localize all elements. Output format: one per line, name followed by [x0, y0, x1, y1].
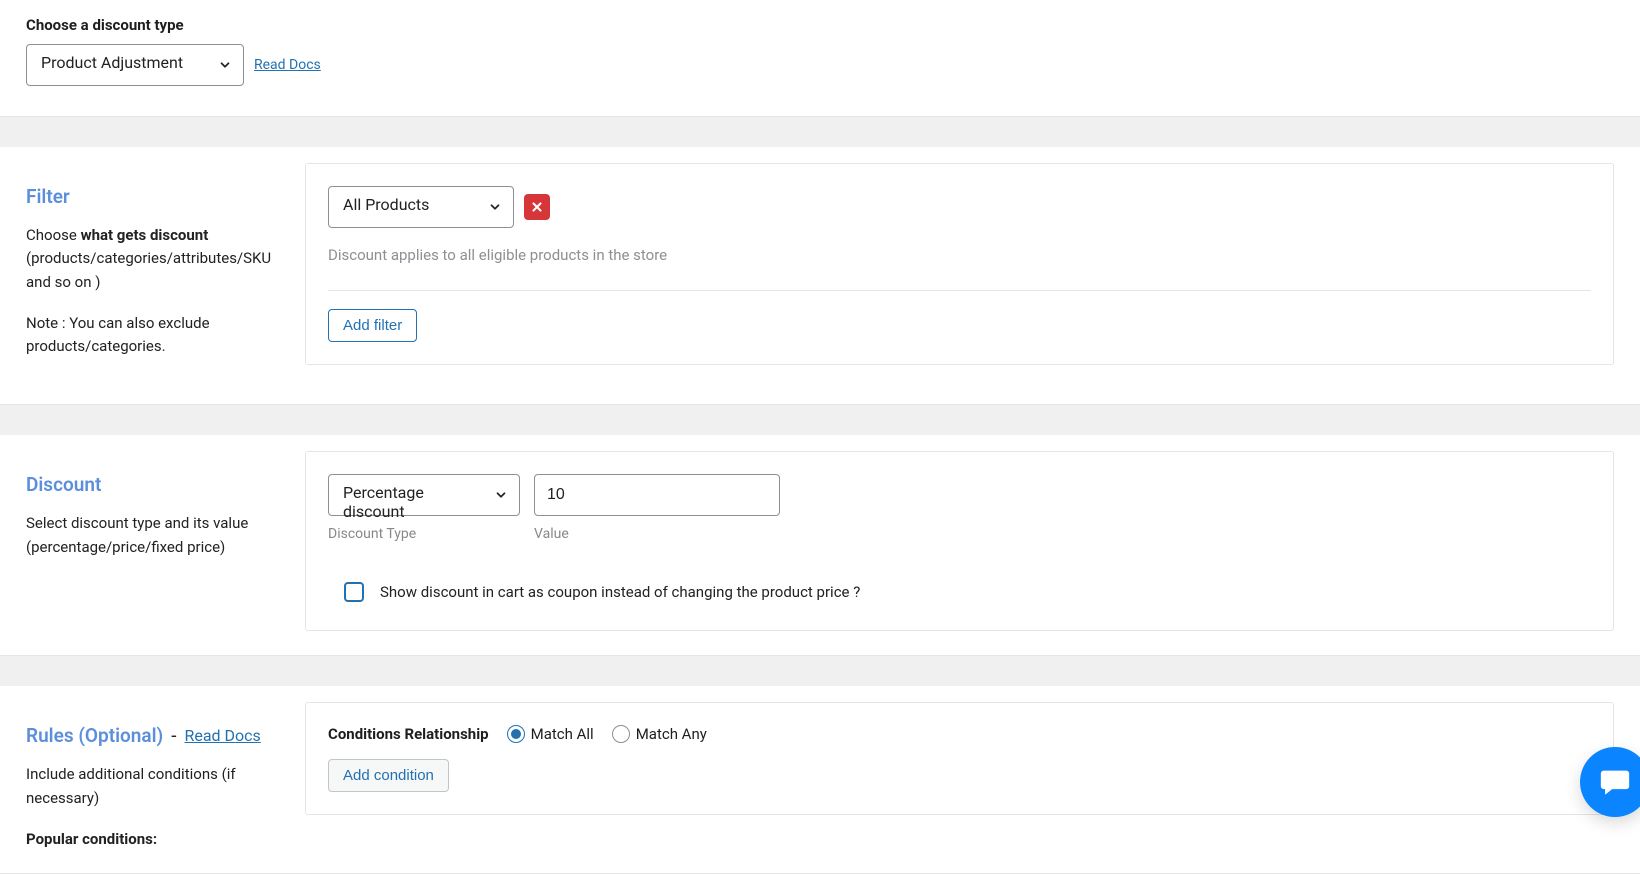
show-as-coupon-checkbox[interactable] — [344, 582, 364, 602]
rules-panel: Rules (Optional) - Read Docs Include add… — [0, 686, 1640, 874]
filter-side: Filter Choose what gets discount (produc… — [0, 163, 305, 380]
filter-desc: Choose what gets discount (products/cate… — [26, 224, 285, 294]
discount-type-select-2[interactable]: Percentage discount — [328, 474, 520, 516]
filter-desc-pre: Choose — [26, 226, 81, 244]
discount-title: Discount — [26, 473, 285, 496]
add-filter-button[interactable]: Add filter — [328, 309, 417, 342]
discount-panel: Discount Select discount type and its va… — [0, 435, 1640, 656]
discount-type-select[interactable]: Product Adjustment — [26, 44, 244, 86]
rules-main: Conditions Relationship Match All Match … — [305, 702, 1614, 815]
coupon-checkbox-row: Show discount in cart as coupon instead … — [328, 582, 1591, 602]
rules-title-row: Rules (Optional) - Read Docs — [26, 724, 285, 747]
discount-side: Discount Select discount type and its va… — [0, 451, 305, 581]
discount-type-row: Product Adjustment Read Docs — [26, 44, 1614, 86]
filter-hint: Discount applies to all eligible product… — [328, 246, 1591, 264]
show-as-coupon-label: Show discount in cart as coupon instead … — [380, 583, 860, 601]
read-docs-link[interactable]: Read Docs — [254, 57, 321, 73]
conditions-relationship-row: Conditions Relationship Match All Match … — [328, 725, 1591, 743]
match-any-radio[interactable] — [612, 725, 630, 743]
divider — [328, 290, 1591, 291]
filter-main: All Products Discount applies to all eli… — [305, 163, 1614, 365]
discount-value-input[interactable] — [534, 474, 780, 516]
discount-desc: Select discount type and its value (perc… — [26, 512, 285, 559]
match-all-option[interactable]: Match All — [507, 725, 594, 743]
filter-note: Note : You can also exclude products/cat… — [26, 312, 285, 359]
discount-type-label: Choose a discount type — [26, 16, 1614, 34]
rules-read-docs-link[interactable]: Read Docs — [184, 726, 260, 745]
filter-scope-select[interactable]: All Products — [328, 186, 514, 228]
discount-value-sublabel: Value — [534, 526, 780, 542]
filter-desc-post: (products/categories/attributes/SKU and … — [26, 249, 271, 290]
chat-icon — [1598, 765, 1632, 799]
filter-scope-select-wrap: All Products — [328, 186, 514, 228]
discount-type-select-wrap: Product Adjustment — [26, 44, 244, 86]
add-condition-button[interactable]: Add condition — [328, 759, 449, 792]
discount-value-field: Value — [534, 474, 780, 542]
remove-filter-button[interactable] — [524, 194, 550, 220]
match-all-label: Match All — [531, 725, 594, 743]
match-any-label: Match Any — [636, 725, 707, 743]
discount-type-sublabel: Discount Type — [328, 526, 520, 542]
discount-type-field: Percentage discount Discount Type — [328, 474, 520, 542]
dash: - — [171, 724, 176, 747]
close-icon — [530, 200, 544, 214]
conditions-relationship-label: Conditions Relationship — [328, 725, 489, 743]
rules-side: Rules (Optional) - Read Docs Include add… — [0, 702, 305, 873]
discount-main: Percentage discount Discount Type Value … — [305, 451, 1614, 631]
filter-desc-strong: what gets discount — [81, 226, 209, 244]
discount-fields-row: Percentage discount Discount Type Value — [328, 474, 1591, 542]
match-any-option[interactable]: Match Any — [612, 725, 707, 743]
rules-desc: Include additional conditions (if necess… — [26, 763, 285, 810]
match-all-radio[interactable] — [507, 725, 525, 743]
filter-title: Filter — [26, 185, 285, 208]
rules-title: Rules (Optional) — [26, 724, 163, 747]
rules-popular-label: Popular conditions: — [26, 828, 285, 851]
filter-select-row: All Products — [328, 186, 1591, 228]
filter-panel: Filter Choose what gets discount (produc… — [0, 147, 1640, 405]
discount-type-panel: Choose a discount type Product Adjustmen… — [0, 0, 1640, 117]
